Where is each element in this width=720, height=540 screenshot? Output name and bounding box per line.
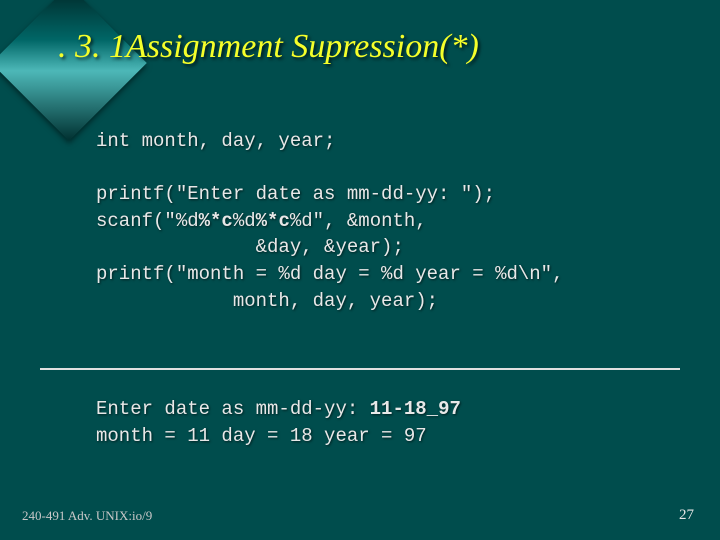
code-line-4e: %d", &month, (290, 210, 427, 232)
code-line-4d: %*c (256, 210, 290, 232)
slide-title: . 3. 1Assignment Supression(*) (58, 28, 479, 66)
bullet-diamond (0, 0, 147, 141)
code-line-4a: scanf("%d (96, 210, 199, 232)
divider-line (40, 368, 680, 370)
code-line-1: int month, day, year; (96, 130, 335, 152)
code-line-5: &day, &year); (96, 236, 404, 258)
output-line-1a: Enter date as mm-dd-yy: (96, 398, 370, 420)
code-line-6: printf("month = %d day = %d year = %d\n"… (96, 263, 563, 285)
output-line-1b: 11-18_97 (370, 398, 461, 420)
code-block: int month, day, year; printf("Enter date… (96, 128, 563, 314)
footer-left: 240-491 Adv. UNIX:io/9 (22, 508, 152, 524)
code-line-7: month, day, year); (96, 290, 438, 312)
code-line-3: printf("Enter date as mm-dd-yy: "); (96, 183, 495, 205)
slide-number: 27 (679, 507, 694, 524)
output-block: Enter date as mm-dd-yy: 11-18_97 month =… (96, 396, 461, 449)
code-line-4c: %d (233, 210, 256, 232)
code-line-4b: %*c (199, 210, 233, 232)
output-line-2: month = 11 day = 18 year = 97 (96, 425, 427, 447)
